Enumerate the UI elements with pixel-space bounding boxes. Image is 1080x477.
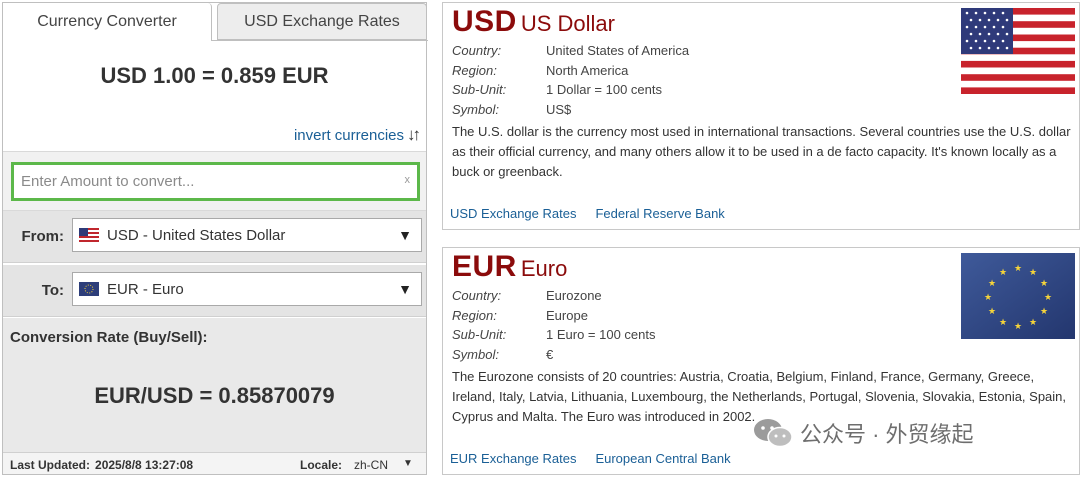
fact-key: Symbol: — [452, 101, 499, 117]
usd-currency-card: USD US Dollar Country: United States of Am… — [442, 2, 1080, 230]
chevron-down-icon: ▼ — [398, 227, 412, 243]
fact-value: € — [546, 346, 554, 362]
us-flag-icon — [961, 8, 1075, 94]
swap-vertical-icon: ↓↑ — [407, 125, 421, 144]
conversion-headline: USD 1.00 = 0.859 EUR — [100, 63, 329, 88]
tab-currency-converter[interactable]: Currency Converter — [3, 3, 212, 41]
from-label: From: — [21, 228, 65, 245]
svg-text:★: ★ — [999, 318, 1007, 328]
fact-row: Region: North America — [452, 61, 689, 81]
chevron-down-icon: ▼ — [398, 281, 412, 297]
eur-card-links: EUR Exchange Rates European Central Bank — [450, 451, 731, 466]
federal-reserve-bank-link[interactable]: Federal Reserve Bank — [595, 206, 724, 221]
chevron-down-icon[interactable]: ▼ — [403, 458, 413, 469]
fact-key: Country: — [452, 288, 502, 303]
conversion-rate-section: Conversion Rate (Buy/Sell): EUR/USD = 0.… — [3, 318, 426, 452]
watermark: 公众号 · 外贸缘起 — [752, 416, 974, 450]
to-row: To: EUR - Euro ▼ — [3, 265, 426, 317]
svg-text:★: ★ — [1040, 279, 1048, 289]
fact-row: Symbol: € — [452, 345, 656, 365]
eur-exchange-rates-link[interactable]: EUR Exchange Rates — [450, 451, 576, 466]
fact-row: Sub-Unit: 1 Euro = 100 cents — [452, 325, 656, 345]
fact-row: Country: United States of America — [452, 41, 689, 61]
svg-text:★: ★ — [988, 279, 996, 289]
from-currency-select[interactable]: USD - United States Dollar ▼ — [72, 218, 422, 252]
amount-input[interactable] — [11, 162, 420, 201]
converter-footer: Last Updated: 2025/8/8 13:27:08 Locale: z… — [3, 452, 426, 474]
european-central-bank-link[interactable]: European Central Bank — [595, 451, 730, 466]
svg-text:★: ★ — [1040, 307, 1048, 317]
fact-row: Country: Eurozone — [452, 286, 656, 306]
currency-name: US Dollar — [520, 11, 615, 36]
fact-value: Europe — [546, 307, 588, 323]
eur-facts: Country: Eurozone Region: Europe Sub-Unit:… — [452, 286, 656, 364]
currency-code: USD — [452, 5, 517, 38]
currency-name: Euro — [520, 256, 568, 281]
fact-value: 1 Euro = 100 cents — [546, 327, 656, 342]
to-currency-select[interactable]: EUR - Euro ▼ — [72, 272, 422, 306]
to-label: To: — [41, 282, 64, 299]
fact-row: Sub-Unit: 1 Dollar = 100 cents — [452, 80, 689, 100]
svg-text:★: ★ — [1014, 322, 1022, 332]
eur-card-heading: EUR Euro — [452, 250, 567, 284]
watermark-text: 公众号 · 外贸缘起 — [800, 422, 974, 447]
eu-flag-icon: ★ ★ ★ ★ ★ ★ ★ ★ ★ ★ ★ ★ — [961, 253, 1075, 339]
fact-value: North America — [546, 62, 629, 78]
fact-value: 1 Dollar = 100 cents — [546, 82, 662, 97]
svg-text:★: ★ — [999, 268, 1007, 278]
fact-row: Symbol: US$ — [452, 100, 689, 120]
fact-value: Eurozone — [546, 288, 602, 303]
currency-code: EUR — [452, 250, 517, 283]
fact-value: United States of America — [546, 43, 690, 58]
last-updated-label: Last Updated: — [10, 458, 91, 472]
svg-text:★: ★ — [988, 307, 996, 317]
fact-key: Region: — [452, 62, 497, 78]
svg-text:★: ★ — [1014, 264, 1022, 274]
svg-text:★: ★ — [1029, 268, 1037, 278]
tab-divider — [212, 40, 428, 41]
from-row: From: USD - United States Dollar ▼ — [3, 211, 426, 263]
invert-currencies-link[interactable]: invert currencies ↓↑ — [293, 125, 421, 145]
conversion-rate-value: EUR/USD = 0.85870079 — [94, 383, 335, 408]
amount-section: x — [3, 151, 426, 211]
fact-key: Region: — [452, 307, 497, 323]
locale-label: Locale: — [300, 458, 343, 472]
usd-facts: Country: United States of America Region:… — [452, 41, 689, 119]
usd-card-heading: USD US Dollar — [452, 5, 615, 39]
converter-panel: Currency Converter USD Exchange Rates US… — [2, 2, 428, 475]
fact-key: Country: — [452, 43, 502, 58]
clear-input-icon[interactable]: x — [405, 174, 411, 186]
fact-key: Sub-Unit: — [452, 327, 507, 342]
last-updated: Last Updated: 2025/8/8 13:27:08 — [10, 458, 193, 472]
tab-usd-exchange-rates[interactable]: USD Exchange Rates — [217, 3, 427, 40]
usd-exchange-rates-link[interactable]: USD Exchange Rates — [450, 206, 576, 221]
wechat-icon — [754, 419, 793, 448]
locale-select[interactable]: zh-CN — [354, 458, 388, 472]
usd-description: The U.S. dollar is the currency most use… — [452, 124, 1071, 179]
to-currency-value: EUR - Euro — [107, 280, 184, 298]
usd-card-links: USD Exchange Rates Federal Reserve Bank — [450, 206, 725, 221]
fact-row: Region: Europe — [452, 306, 656, 326]
us-flag-icon — [79, 228, 99, 242]
eu-flag-icon — [79, 282, 99, 296]
fact-value: US$ — [546, 101, 572, 117]
svg-text:★: ★ — [984, 293, 992, 303]
last-updated-value: 2025/8/8 13:27:08 — [95, 458, 194, 472]
invert-currencies-label: invert currencies — [293, 126, 404, 144]
fact-key: Symbol: — [452, 346, 499, 362]
svg-text:★: ★ — [1044, 293, 1052, 303]
svg-text:★: ★ — [1029, 318, 1037, 328]
from-currency-value: USD - United States Dollar — [107, 226, 286, 244]
fact-key: Sub-Unit: — [452, 82, 507, 97]
conversion-rate-label: Conversion Rate (Buy/Sell): — [10, 329, 208, 346]
